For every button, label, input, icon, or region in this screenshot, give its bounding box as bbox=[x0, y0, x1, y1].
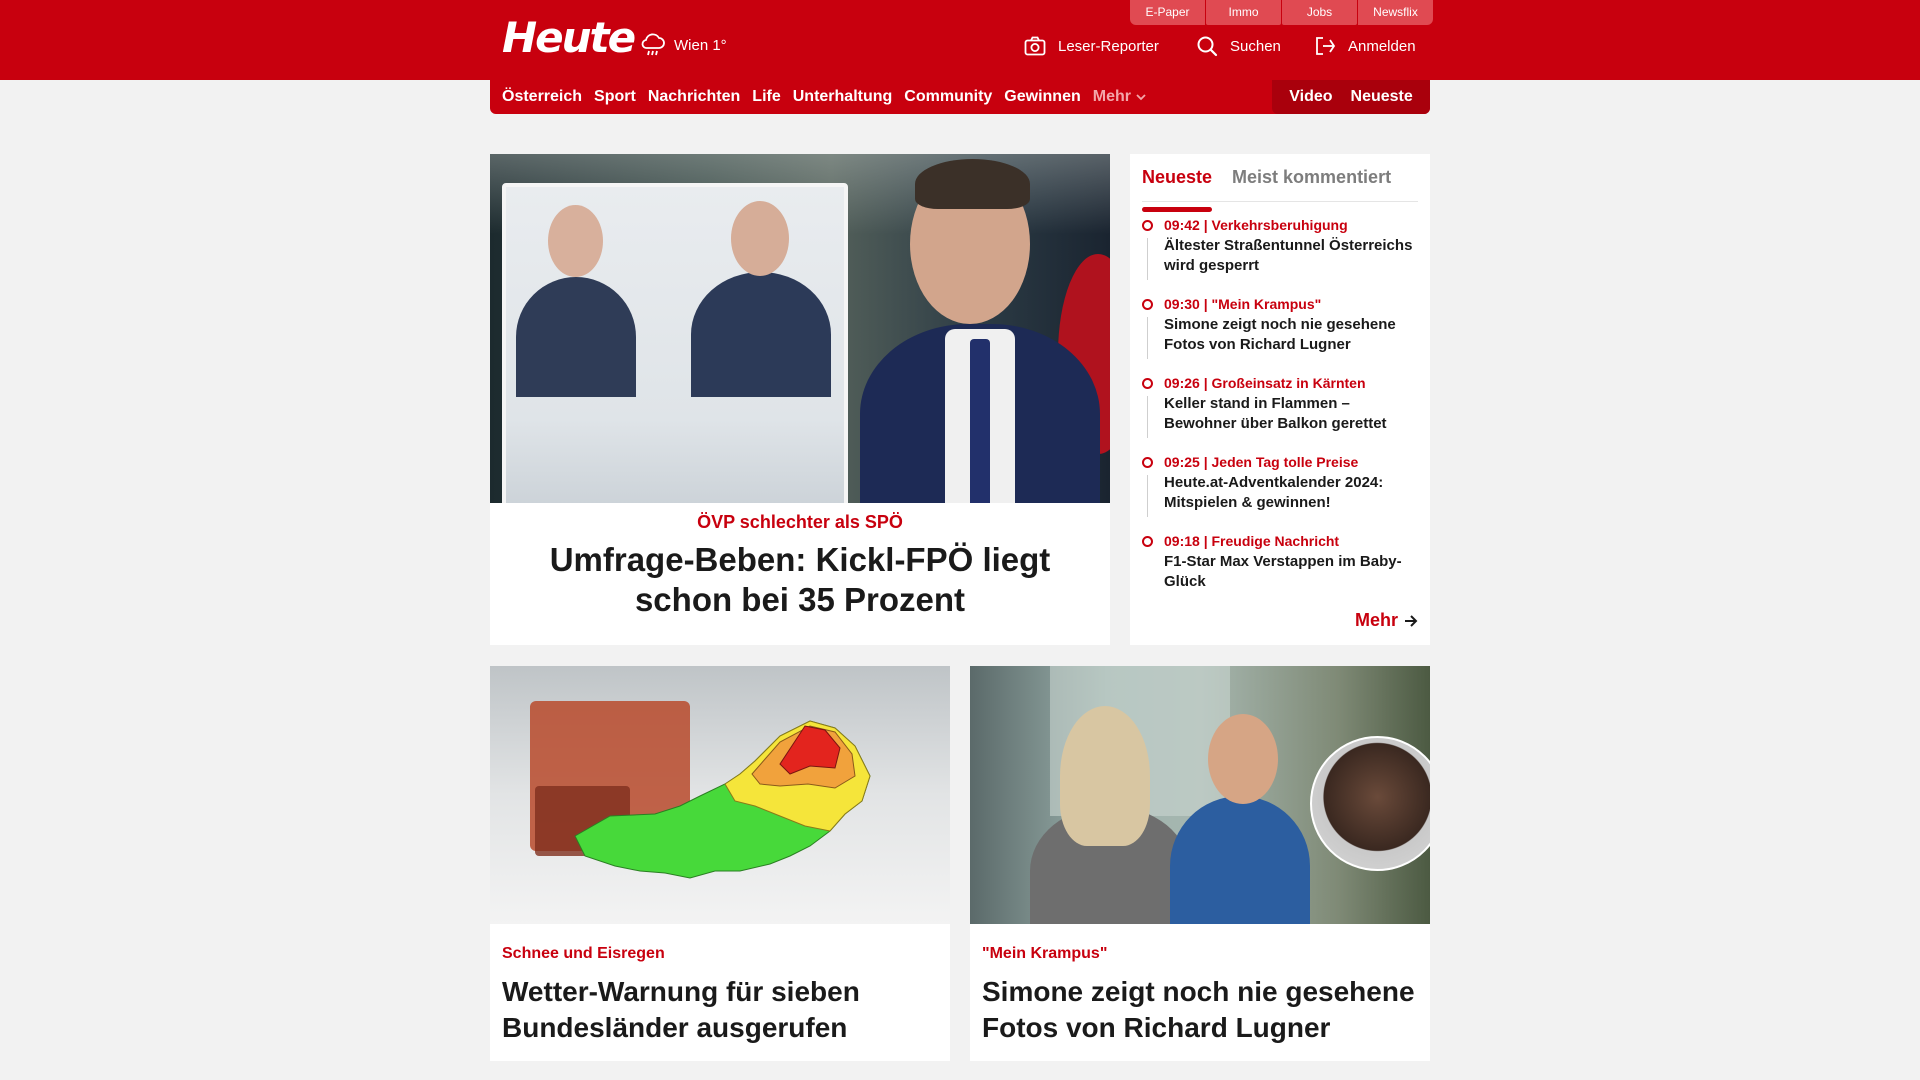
rain-cloud-icon bbox=[641, 33, 665, 56]
hero-inset-photo bbox=[502, 183, 848, 503]
weather-label: Wien 1° bbox=[674, 36, 727, 54]
card-kicker: "Mein Krampus" bbox=[982, 945, 1108, 962]
nav-item-oesterreich[interactable]: Österreich bbox=[502, 88, 582, 106]
nav-item-sport[interactable]: Sport bbox=[594, 88, 636, 106]
card-kicker: Schnee und Eisregen bbox=[502, 945, 665, 962]
hero-person-main-hair bbox=[915, 159, 1030, 209]
timeline-meta: 09:26 | Großeinsatz in Kärnten bbox=[1164, 375, 1366, 391]
inset-person-left bbox=[516, 277, 636, 397]
timeline-line bbox=[1147, 238, 1148, 280]
sidebar-more-label: Mehr bbox=[1354, 610, 1398, 630]
nav-item-unterhaltung[interactable]: Unterhaltung bbox=[793, 88, 893, 106]
article-card-image[interactable] bbox=[490, 666, 950, 924]
article-card-text: Schnee und Eisregen Wetter-Warnung für s… bbox=[502, 944, 938, 1046]
photo-person-man bbox=[1170, 796, 1310, 924]
main-nav: Österreich Sport Nachrichten Life Unterh… bbox=[490, 80, 1430, 114]
timeline-meta: 09:18 | Freudige Nachricht bbox=[1164, 533, 1340, 549]
photo-person-woman-hair bbox=[1060, 706, 1150, 846]
inset-person-right bbox=[691, 272, 831, 397]
camera-icon bbox=[1024, 36, 1046, 56]
top-header bbox=[0, 0, 1920, 80]
timeline-item[interactable]: 09:26 | Großeinsatz in Kärnten Keller st… bbox=[1142, 374, 1422, 453]
timeline-line bbox=[1147, 396, 1148, 438]
tab-neueste[interactable]: Neueste bbox=[1142, 164, 1213, 212]
inset-person-left-head bbox=[548, 205, 603, 277]
hero-headline[interactable]: Umfrage-Beben: Kickl-FPÖ liegt schon bei… bbox=[490, 540, 1110, 620]
hero-person-main-tie bbox=[970, 339, 990, 503]
login-label: Anmelden bbox=[1348, 37, 1416, 55]
photo-inset-circle bbox=[1310, 736, 1430, 871]
service-link-immo[interactable]: Immo bbox=[1206, 0, 1281, 25]
nav-item-video[interactable]: Video bbox=[1289, 88, 1332, 106]
article-card-weather[interactable]: Schnee und Eisregen Wetter-Warnung für s… bbox=[490, 666, 950, 1061]
hero-image[interactable] bbox=[490, 154, 1110, 503]
timeline-item[interactable]: 09:42 | Verkehrsberuhigung Ältester Stra… bbox=[1142, 216, 1422, 295]
nav-item-nachrichten[interactable]: Nachrichten bbox=[648, 88, 740, 106]
photo-person-man-head bbox=[1208, 714, 1278, 804]
login-button[interactable]: Anmelden bbox=[1314, 32, 1416, 60]
inset-person-right-head bbox=[731, 201, 789, 276]
timeline-title[interactable]: Keller stand in Flammen – Bewohner über … bbox=[1164, 394, 1422, 434]
hero-article[interactable]: ÖVP schlechter als SPÖ Umfrage-Beben: Ki… bbox=[490, 154, 1110, 645]
service-links: E-Paper Immo Jobs Newsflix bbox=[1130, 0, 1433, 25]
service-link-newsflix[interactable]: Newsflix bbox=[1358, 0, 1433, 25]
timeline-title[interactable]: Ältester Straßentunnel Österreichs wird … bbox=[1164, 236, 1422, 276]
timeline-title[interactable]: Simone zeigt noch nie gesehene Fotos von… bbox=[1164, 315, 1422, 355]
hero-kicker: ÖVP schlechter als SPÖ bbox=[697, 512, 903, 532]
timeline-item[interactable]: 09:30 | "Mein Krampus" Simone zeigt noch… bbox=[1142, 295, 1422, 374]
timeline-title[interactable]: F1-Star Max Verstappen im Baby-Glück bbox=[1164, 552, 1422, 592]
login-icon bbox=[1316, 37, 1336, 55]
chevron-down-icon bbox=[1136, 94, 1146, 101]
timeline-item[interactable]: 09:25 | Jeden Tag tolle Preise Heute.at-… bbox=[1142, 453, 1422, 532]
timeline-meta: 09:30 | "Mein Krampus" bbox=[1164, 296, 1322, 312]
timeline-meta: 09:25 | Jeden Tag tolle Preise bbox=[1164, 454, 1359, 470]
article-card-lugner[interactable]: "Mein Krampus" Simone zeigt noch nie ges… bbox=[970, 666, 1430, 1061]
search-label: Suchen bbox=[1230, 37, 1281, 55]
timeline-dot bbox=[1142, 378, 1153, 389]
timeline-meta: 09:42 | Verkehrsberuhigung bbox=[1164, 217, 1348, 233]
tab-meist-kommentiert[interactable]: Meist kommentiert bbox=[1232, 164, 1391, 201]
card-headline[interactable]: Wetter-Warnung für sieben Bundesländer a… bbox=[502, 974, 938, 1046]
sidebar-tabs: Neueste Meist kommentiert bbox=[1142, 164, 1418, 212]
timeline-line bbox=[1147, 475, 1148, 517]
nav-item-community[interactable]: Community bbox=[904, 88, 992, 106]
search-icon bbox=[1197, 36, 1218, 57]
service-link-epaper[interactable]: E-Paper bbox=[1130, 0, 1205, 25]
article-card-image[interactable] bbox=[970, 666, 1430, 924]
austria-warning-map bbox=[574, 720, 871, 879]
timeline-title[interactable]: Heute.at-Adventkalender 2024: Mitspielen… bbox=[1164, 473, 1422, 513]
nav-right-group: Video Neueste bbox=[1272, 80, 1430, 114]
leser-reporter-button[interactable]: Leser-Reporter bbox=[1024, 32, 1159, 60]
nav-item-neueste[interactable]: Neueste bbox=[1351, 88, 1413, 106]
timeline-dot bbox=[1142, 299, 1153, 310]
timeline-dot bbox=[1142, 220, 1153, 231]
timeline-dot bbox=[1142, 457, 1153, 468]
article-card-text: "Mein Krampus" Simone zeigt noch nie ges… bbox=[982, 944, 1418, 1046]
arrow-right-icon bbox=[1405, 614, 1418, 627]
heute-logo[interactable]: Heute bbox=[502, 14, 636, 62]
nav-more-dropdown[interactable]: Mehr bbox=[1093, 88, 1146, 106]
card-headline[interactable]: Simone zeigt noch nie gesehene Fotos von… bbox=[982, 974, 1418, 1046]
sidebar-more-link[interactable]: Mehr bbox=[1355, 610, 1418, 631]
nav-items: Österreich Sport Nachrichten Life Unterh… bbox=[502, 80, 1158, 114]
weather-widget[interactable]: Wien 1° bbox=[640, 30, 727, 60]
latest-news-sidebar: Neueste Meist kommentiert 09:42 | Verkeh… bbox=[1130, 154, 1430, 645]
nav-item-gewinnen[interactable]: Gewinnen bbox=[1004, 88, 1080, 106]
news-timeline: 09:42 | Verkehrsberuhigung Ältester Stra… bbox=[1142, 216, 1422, 611]
nav-more-label: Mehr bbox=[1092, 88, 1131, 105]
nav-item-life[interactable]: Life bbox=[752, 88, 780, 106]
hero-text: ÖVP schlechter als SPÖ Umfrage-Beben: Ki… bbox=[490, 510, 1110, 620]
leser-reporter-label: Leser-Reporter bbox=[1058, 37, 1159, 55]
timeline-dot bbox=[1142, 536, 1153, 547]
service-link-jobs[interactable]: Jobs bbox=[1282, 0, 1357, 25]
search-button[interactable]: Suchen bbox=[1196, 32, 1281, 60]
timeline-line bbox=[1147, 317, 1148, 359]
timeline-item[interactable]: 09:18 | Freudige Nachricht F1-Star Max V… bbox=[1142, 532, 1422, 611]
